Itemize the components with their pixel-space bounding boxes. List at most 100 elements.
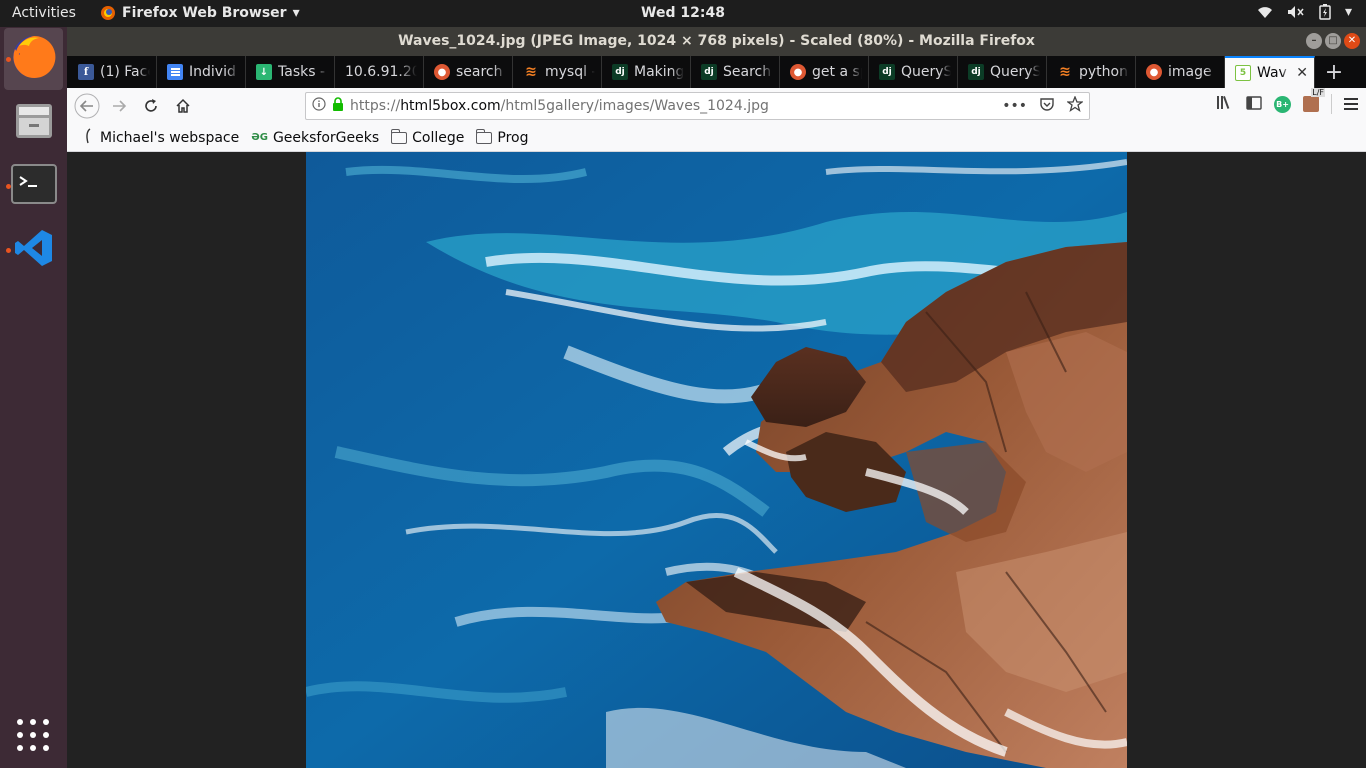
gfg-icon: ƏG	[251, 132, 268, 143]
page-icon	[81, 127, 95, 148]
terminal-icon	[10, 164, 57, 208]
facebook-icon: f	[78, 64, 94, 80]
dock-terminal[interactable]	[4, 155, 63, 217]
url-domain: html5box.com	[400, 98, 501, 114]
new-tab-button[interactable]: +	[1319, 56, 1349, 88]
bookmark-star-icon[interactable]	[1066, 95, 1084, 116]
home-button[interactable]	[167, 90, 199, 122]
tab-label: Individ	[189, 64, 236, 80]
waves-image[interactable]	[306, 152, 1127, 768]
tab-label: image	[1168, 64, 1212, 80]
wifi-icon	[1257, 5, 1273, 19]
bookmarks-toolbar: Michael's webspace ƏG GeeksforGeeks Coll…	[67, 124, 1366, 152]
dock-firefox[interactable]	[4, 28, 63, 90]
tab[interactable]: ↓ Tasks -	[246, 56, 335, 88]
tab[interactable]: dj Search	[691, 56, 780, 88]
reload-button[interactable]	[135, 90, 167, 122]
tab[interactable]: ● search	[424, 56, 513, 88]
library-icon[interactable]	[1216, 94, 1234, 114]
bookmark-item[interactable]: Michael's webspace	[81, 127, 239, 148]
sidebar-icon[interactable]	[1246, 95, 1262, 114]
tab[interactable]: Individ	[157, 56, 246, 88]
tab-label: Making	[634, 64, 684, 80]
tab[interactable]: ● image	[1136, 56, 1225, 88]
grid-dot-icon	[17, 719, 23, 725]
url-bar[interactable]: https://html5box.com/html5gallery/images…	[305, 92, 1090, 120]
volume-muted-icon	[1287, 5, 1305, 19]
tab-label: QueryS	[901, 64, 951, 80]
window-titlebar[interactable]: Waves_1024.jpg (JPEG Image, 1024 × 768 p…	[67, 27, 1366, 56]
tab-label: get a sp	[812, 64, 862, 80]
tab[interactable]: f (1) Face	[68, 56, 157, 88]
bookmark-label: GeeksforGeeks	[272, 129, 380, 146]
back-arrow-icon	[74, 93, 100, 119]
folder-icon	[475, 128, 493, 144]
tab-label: Wav	[1257, 65, 1287, 81]
tab-label: Tasks -	[278, 64, 326, 80]
docs-icon	[167, 64, 183, 80]
url-text[interactable]: https://html5box.com/html5gallery/images…	[350, 98, 1002, 114]
forward-button[interactable]	[103, 90, 135, 122]
close-window-button[interactable]: ✕	[1344, 33, 1360, 49]
lf-badge: L/F	[1311, 88, 1325, 97]
bookmark-folder[interactable]: Prog	[475, 128, 528, 146]
tab[interactable]: ● get a sp	[780, 56, 869, 88]
tab[interactable]: ≋ mysql -	[513, 56, 602, 88]
tab[interactable]: ≋ python	[1047, 56, 1136, 88]
tab[interactable]: 10.6.91.20	[335, 56, 424, 88]
stackoverflow-icon: ≋	[525, 64, 537, 80]
clock[interactable]: Wed 12:48	[0, 5, 1366, 21]
stackoverflow-icon: ≋	[1059, 64, 1071, 80]
dock-vscode[interactable]	[4, 219, 63, 281]
maximize-button[interactable]: □	[1325, 33, 1341, 49]
tab[interactable]: dj Making	[602, 56, 691, 88]
django-icon: dj	[701, 64, 717, 80]
django-icon: dj	[612, 64, 628, 80]
tab-label: search	[456, 64, 503, 80]
toolbar-separator	[1331, 94, 1332, 114]
system-menu-chevron-icon: ▾	[1344, 4, 1352, 20]
running-indicator	[6, 248, 11, 253]
bookmark-label: College	[412, 129, 465, 146]
grid-dot-icon	[43, 745, 49, 751]
pocket-icon[interactable]	[1039, 96, 1055, 116]
bookmark-folder[interactable]: College	[390, 128, 465, 146]
hamburger-menu-icon[interactable]	[1344, 95, 1358, 114]
minimize-button[interactable]: –	[1306, 33, 1322, 49]
close-tab-icon[interactable]: ✕	[1296, 65, 1308, 81]
info-icon[interactable]	[312, 97, 326, 115]
addon-badge-icon[interactable]: B+	[1274, 95, 1291, 113]
extension-lf-icon[interactable]: L/F	[1303, 88, 1325, 112]
django-icon: dj	[968, 64, 984, 80]
grid-dot-icon	[43, 719, 49, 725]
dock-files[interactable]	[4, 91, 63, 153]
navigation-toolbar: https://html5box.com/html5gallery/images…	[67, 88, 1366, 124]
tab-label: QueryS	[990, 64, 1040, 80]
top-bar: Activities Firefox Web Browser ▾ Wed 12:…	[0, 0, 1366, 27]
grid-dot-icon	[30, 719, 36, 725]
firefox-icon	[11, 34, 57, 84]
reload-icon	[145, 99, 157, 112]
running-indicator	[6, 184, 11, 189]
tab-label: 10.6.91.20	[345, 64, 417, 80]
bookmark-item[interactable]: ƏG GeeksforGeeks	[251, 130, 379, 146]
duckduckgo-icon: ●	[1146, 64, 1162, 80]
tab[interactable]: dj QueryS	[869, 56, 958, 88]
dock	[0, 27, 67, 768]
system-tray[interactable]: ▾	[1257, 4, 1352, 20]
page-actions-icon[interactable]: •••	[1002, 98, 1027, 114]
back-button[interactable]	[71, 90, 103, 122]
html5box-icon: 5	[1235, 65, 1251, 81]
tab-selected[interactable]: 5 Wav ✕	[1225, 56, 1315, 88]
duckduckgo-icon: ●	[434, 64, 450, 80]
grid-dot-icon	[17, 745, 23, 751]
tab[interactable]: dj QueryS	[958, 56, 1047, 88]
firefox-window: Waves_1024.jpg (JPEG Image, 1024 × 768 p…	[67, 27, 1366, 768]
window-title: Waves_1024.jpg (JPEG Image, 1024 × 768 p…	[398, 33, 1035, 49]
show-applications-button[interactable]	[17, 719, 49, 751]
folder-icon	[390, 128, 408, 144]
lock-icon[interactable]	[332, 97, 344, 115]
django-icon: dj	[879, 64, 895, 80]
home-icon	[176, 98, 190, 113]
tasks-icon: ↓	[256, 64, 272, 80]
